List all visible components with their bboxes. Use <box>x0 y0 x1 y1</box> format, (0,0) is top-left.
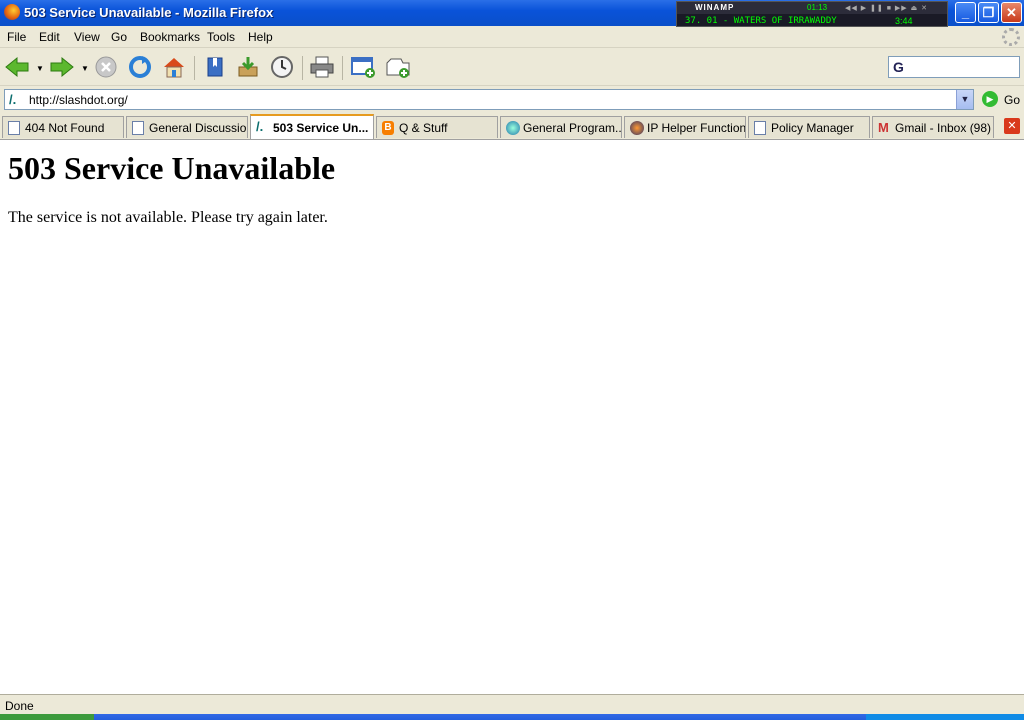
menu-edit[interactable]: Edit <box>39 30 60 44</box>
home-button[interactable] <box>160 53 188 81</box>
firefox-icon <box>4 4 20 20</box>
gmail-icon: M <box>878 120 889 135</box>
back-arrow-icon <box>5 56 29 78</box>
tab-general-program[interactable]: General Program... <box>500 116 622 138</box>
tab-label: 503 Service Un... <box>273 121 369 135</box>
url-input[interactable]: /. http://slashdot.org/ ▼ <box>4 89 974 110</box>
start-button[interactable] <box>0 714 94 720</box>
stop-button[interactable] <box>92 53 120 81</box>
iphelper-icon <box>630 121 644 135</box>
tab-bar: 404 Not Found General Discussion /. 503 … <box>0 114 1024 140</box>
url-dropdown-button[interactable]: ▼ <box>956 90 973 109</box>
tab-404-not-found[interactable]: 404 Not Found <box>2 116 124 138</box>
menu-tools[interactable]: Tools <box>207 30 235 44</box>
close-window-button[interactable]: ✕ <box>1001 2 1022 23</box>
globe-icon <box>506 121 520 135</box>
back-button[interactable] <box>3 53 31 81</box>
tab-label: General Discussion <box>149 121 248 135</box>
page-content: 503 Service Unavailable The service is n… <box>0 140 1024 694</box>
status-text: Done <box>5 699 34 713</box>
forward-dropdown-icon[interactable]: ▼ <box>81 64 89 73</box>
search-box[interactable]: G <box>888 56 1020 78</box>
winamp-length: 3:44 <box>895 16 913 26</box>
stop-icon <box>95 56 117 78</box>
page-icon <box>8 121 20 135</box>
google-search-icon[interactable]: G <box>893 59 904 75</box>
downloads-icon <box>238 57 258 77</box>
winamp-name: WINAMP <box>695 3 735 12</box>
tab-label: Q & Stuff <box>399 121 448 135</box>
window-title: 503 Service Unavailable - Mozilla Firefo… <box>24 5 274 20</box>
forward-button[interactable] <box>48 53 76 81</box>
tab-label: General Program... <box>523 121 622 135</box>
toolbar-separator <box>302 56 303 80</box>
go-arrow-icon: ▶ <box>982 91 998 107</box>
site-favicon-icon: /. <box>9 92 17 107</box>
home-icon <box>164 58 184 78</box>
new-tab-icon <box>386 58 410 78</box>
menu-go[interactable]: Go <box>111 30 127 44</box>
menu-help[interactable]: Help <box>248 30 273 44</box>
new-tab-button[interactable] <box>384 53 412 81</box>
tab-label: Gmail - Inbox (98) <box>895 121 992 135</box>
tab-policy-manager[interactable]: Policy Manager <box>748 116 870 138</box>
page-heading: 503 Service Unavailable <box>8 150 336 186</box>
page-icon <box>754 121 766 135</box>
system-tray <box>866 714 1024 720</box>
status-bar: Done <box>0 694 1024 714</box>
new-window-button[interactable] <box>349 53 377 81</box>
forward-arrow-icon <box>50 56 74 78</box>
tab-label: IP Helper Functions <box>647 121 746 135</box>
tab-q-and-stuff[interactable]: B Q & Stuff <box>376 116 498 138</box>
winamp-titlebar[interactable]: WINAMP 01:13 ◀◀ ▶ ❚❚ ■ ▶▶ ⏏ ✕ <box>677 2 947 14</box>
page-icon <box>132 121 144 135</box>
go-label: Go <box>1004 93 1021 107</box>
tab-label: 404 Not Found <box>25 121 105 135</box>
reload-button[interactable] <box>126 53 154 81</box>
toolbar-separator <box>194 56 195 80</box>
winamp-track: 37. 01 - WATERS OF IRRAWADDY <box>685 16 837 26</box>
close-tab-button[interactable]: ✕ <box>1004 118 1020 134</box>
reload-icon <box>129 56 151 78</box>
slashdot-icon: /. <box>256 119 264 134</box>
tab-gmail-inbox[interactable]: M Gmail - Inbox (98) <box>872 116 994 138</box>
history-clock-icon <box>271 56 293 78</box>
menu-bar: File Edit View Go Bookmarks Tools Help <box>0 26 1024 48</box>
winamp-player[interactable]: WINAMP 01:13 ◀◀ ▶ ❚❚ ■ ▶▶ ⏏ ✕ 37. 01 - W… <box>676 1 948 27</box>
blogger-icon: B <box>382 121 394 135</box>
back-dropdown-icon[interactable]: ▼ <box>36 64 44 73</box>
menu-file[interactable]: File <box>7 30 26 44</box>
winamp-controls-icon[interactable]: ◀◀ ▶ ❚❚ ■ ▶▶ ⏏ ✕ <box>845 4 928 12</box>
toolbar-separator <box>342 56 343 80</box>
printer-icon <box>310 56 334 78</box>
downloads-button[interactable] <box>234 53 262 81</box>
menu-bookmarks[interactable]: Bookmarks <box>140 30 200 44</box>
bookmarks-button[interactable] <box>201 53 229 81</box>
history-button[interactable] <box>268 53 296 81</box>
minimize-button[interactable]: _ <box>955 2 976 23</box>
url-text: http://slashdot.org/ <box>29 93 128 107</box>
navigation-toolbar: ▼ ▼ <box>0 48 1024 86</box>
address-toolbar: /. http://slashdot.org/ ▼ ▶ Go <box>0 86 1024 114</box>
print-button[interactable] <box>308 53 336 81</box>
taskbar[interactable] <box>0 714 1024 720</box>
tab-ip-helper-functions[interactable]: IP Helper Functions <box>624 116 746 138</box>
bookmarks-icon <box>207 57 223 77</box>
throbber-icon <box>1002 28 1020 46</box>
new-window-icon <box>351 57 375 78</box>
menu-view[interactable]: View <box>74 30 100 44</box>
tab-general-discussion[interactable]: General Discussion <box>126 116 248 138</box>
tab-label: Policy Manager <box>771 121 854 135</box>
page-message: The service is not available. Please try… <box>8 209 328 226</box>
restore-button[interactable]: ❐ <box>978 2 999 23</box>
winamp-time: 01:13 <box>807 3 828 12</box>
tab-503-service-unavailable[interactable]: /. 503 Service Un... <box>250 114 374 139</box>
